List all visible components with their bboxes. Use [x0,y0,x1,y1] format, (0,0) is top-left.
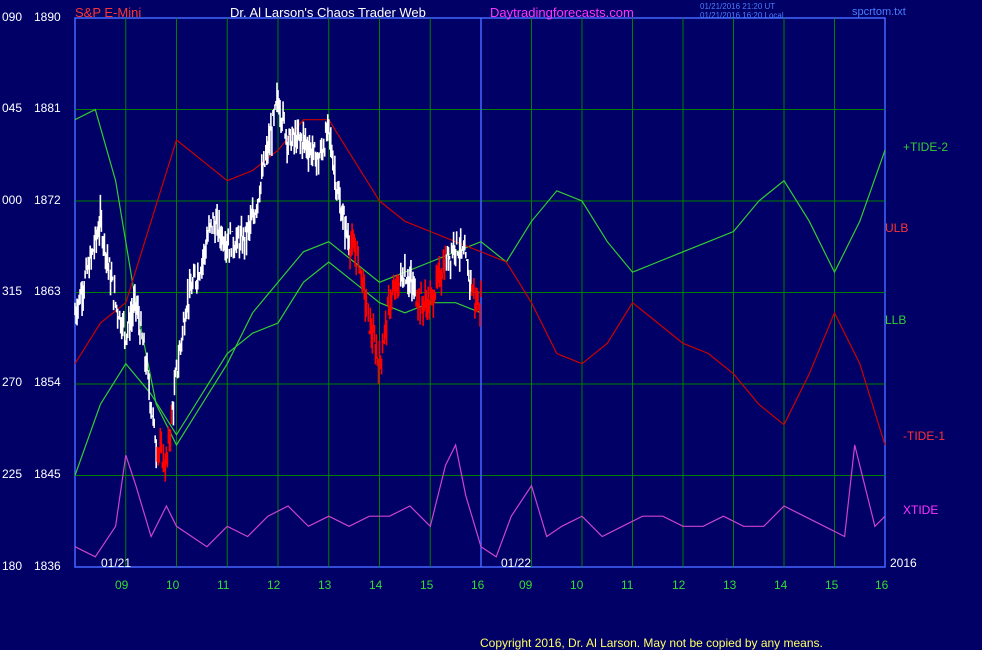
legend-tide1: -TIDE-1 [903,429,945,443]
x-tick: 16 [875,578,889,592]
legend-xtide: XTIDE [903,503,939,517]
x-tick: 10 [570,578,584,592]
x-tick: 14 [774,578,788,592]
x-tick: 13 [723,578,737,592]
x-tick: 13 [318,578,332,592]
y-right-tick: 1863 [34,284,61,298]
x-tick: 15 [825,578,839,592]
timestamp-local: 01/21/2016 16:20 Local [700,11,784,20]
x-tick: 16 [471,578,485,592]
x-tick: 12 [267,578,281,592]
legend-tide2: +TIDE-2 [903,140,949,154]
y-left-tick: 225 [2,467,23,481]
date-label-day2: 01/22 [501,556,532,570]
x-tick: 10 [166,578,180,592]
symbol-title: S&P E-Mini [75,5,142,20]
y-left-tick: 090 [2,10,23,24]
x-tick: 12 [672,578,686,592]
site-link[interactable]: Daytradingforecasts.com [490,6,634,20]
y-right-tick: 1890 [34,10,61,24]
x-tick: 11 [217,578,230,592]
y-right-tick: 1854 [34,375,61,389]
x-tick: 15 [420,578,434,592]
author-title: Dr. Al Larson's Chaos Trader Web [230,5,426,20]
y-left-tick: 000 [2,193,23,207]
y-left-tick: 180 [2,559,23,573]
chart-canvas [74,17,886,568]
y-left-tick: 045 [2,101,23,115]
date-label-day1: 01/21 [101,556,132,570]
legend-ulb: ULB [885,221,909,235]
y-right-tick: 1872 [34,193,61,207]
x-tick: 09 [519,578,533,592]
x-tick: 14 [369,578,383,592]
timestamp-ut: 01/21/2016 21:20 UT [700,2,776,11]
y-right-tick: 1881 [34,101,61,115]
y-right-tick: 1845 [34,467,61,481]
x-tick: 09 [115,578,129,592]
y-left-tick: 270 [2,375,23,389]
x-tick: 11 [621,578,634,592]
copyright-notice: Copyright 2016, Dr. Al Larson. May not b… [480,636,823,650]
year-label: 2016 [890,556,917,570]
y-left-tick: 315 [2,284,23,298]
file-name: spcrtom.txt [852,6,906,18]
y-right-tick: 1836 [34,559,61,573]
legend-llb: LLB [885,313,907,327]
